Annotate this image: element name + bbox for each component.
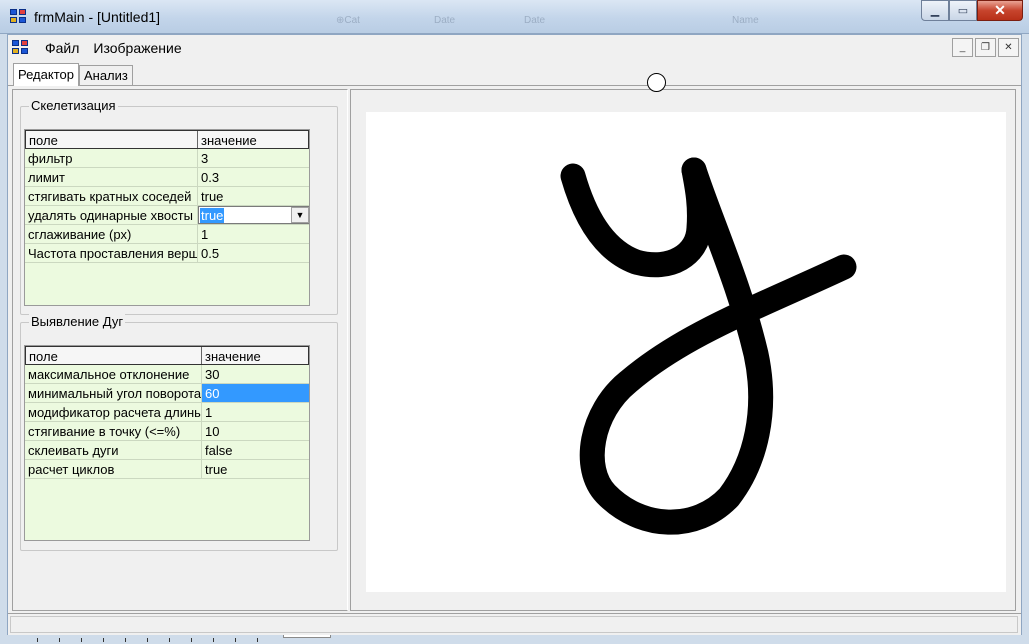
table-row[interactable]: фильтр 3	[25, 149, 309, 168]
column-header-value[interactable]: значение	[202, 347, 308, 364]
row-value[interactable]: 0.5	[198, 244, 309, 262]
row-field: минимальный угол поворота	[25, 384, 202, 402]
tab-editor[interactable]: Редактор	[13, 63, 79, 86]
table-row[interactable]: стягивание в точку (<=%) 10	[25, 422, 309, 441]
row-value[interactable]: 1	[198, 225, 309, 243]
arcs-group: Выявление Дуг поле значение максимальное…	[20, 314, 338, 551]
table-row[interactable]: сглаживание (px) 1	[25, 225, 309, 244]
row-value[interactable]: 0.3	[198, 168, 309, 186]
skeleton-group-title: Скелетизация	[29, 98, 118, 113]
value-dropdown-editor[interactable]: true ▼	[198, 206, 309, 224]
column-header-field[interactable]: поле	[26, 347, 202, 364]
row-field: удалять одинарные хвосты	[25, 206, 198, 224]
drawing-area	[350, 89, 1016, 611]
background-ghost-text: Name	[732, 15, 759, 26]
row-field: лимит	[25, 168, 198, 186]
column-header-field[interactable]: поле	[26, 131, 198, 148]
arcs-group-title: Выявление Дуг	[29, 314, 126, 329]
dropdown-button[interactable]: ▼	[291, 207, 309, 223]
close-icon: ✕	[994, 2, 1006, 18]
row-value[interactable]: true	[202, 460, 309, 478]
background-ghost-text: ⊕Cat	[336, 15, 360, 26]
table-row[interactable]: расчет циклов true	[25, 460, 309, 479]
background-ghost-text: Date	[524, 15, 546, 26]
grid-header: поле значение	[25, 346, 309, 365]
tab-strip: Редактор Анализ	[13, 63, 133, 86]
row-value[interactable]: 10	[202, 422, 309, 440]
stroke-hook	[560, 157, 712, 278]
app-icon[interactable]	[10, 9, 28, 25]
table-row[interactable]: склеивать дуги false	[25, 441, 309, 460]
tab-analysis[interactable]: Анализ	[78, 65, 133, 86]
row-field: расчет циклов	[25, 460, 202, 478]
row-value[interactable]: 3	[198, 149, 309, 167]
row-field: стягивать кратных соседей	[25, 187, 198, 205]
mdi-app-icon[interactable]	[12, 40, 30, 56]
table-row[interactable]: модификатор расчета длины 1	[25, 403, 309, 422]
table-row[interactable]: стягивать кратных соседей true	[25, 187, 309, 206]
background-ghost-text: Date	[434, 15, 456, 26]
status-bar	[8, 613, 1021, 635]
minimize-icon: ▁	[930, 5, 940, 17]
tab-divider	[8, 85, 1021, 86]
skeleton-group: Скелетизация поле значение фильтр 3 лими…	[20, 98, 338, 315]
mdi-close-button[interactable]: ✕	[998, 38, 1019, 57]
arcs-property-grid[interactable]: поле значение максимальное отклонение 30…	[24, 345, 310, 541]
stroke-loop	[579, 157, 857, 535]
mdi-minimize-button[interactable]: _	[952, 38, 973, 57]
mdi-caption-buttons: _ ❐ ✕	[952, 38, 1019, 57]
menu-image[interactable]: Изображение	[86, 40, 188, 56]
minimize-button[interactable]: ▁	[921, 0, 949, 21]
row-field: модификатор расчета длины	[25, 403, 202, 421]
row-field: сглаживание (px)	[25, 225, 198, 243]
skeleton-property-grid[interactable]: поле значение фильтр 3 лимит 0.3 стягива…	[24, 129, 310, 306]
close-icon: ✕	[1004, 42, 1013, 53]
grid-header: поле значение	[25, 130, 309, 149]
restore-icon: ❐	[981, 42, 990, 53]
caption-buttons: ▁ ▭ ✕	[921, 0, 1023, 22]
row-field: фильтр	[25, 149, 198, 167]
menu-bar: Файл Изображение _ ❐ ✕	[8, 35, 1021, 61]
table-row[interactable]: удалять одинарные хвосты true ▼	[25, 206, 309, 225]
row-value[interactable]: 30	[202, 365, 309, 383]
window-title: frmMain - [Untitled1]	[34, 9, 161, 25]
client-area: Файл Изображение _ ❐ ✕ Редактор Анализ С…	[7, 34, 1022, 642]
row-field: максимальное отклонение	[25, 365, 202, 383]
title-bar[interactable]: ⊕Cat Date Date Name frmMain - [Untitled1…	[0, 0, 1029, 34]
mdi-restore-button[interactable]: ❐	[975, 38, 996, 57]
brush-cursor-icon	[647, 73, 666, 92]
row-value-selected[interactable]: 60	[202, 384, 309, 402]
drawing-canvas[interactable]	[366, 112, 1006, 592]
table-row-selected[interactable]: минимальный угол поворота 60	[25, 384, 309, 403]
column-header-value[interactable]: значение	[198, 131, 308, 148]
dropdown-selected-value[interactable]: true	[200, 207, 225, 223]
row-field: Частота проставления вершин	[25, 244, 198, 262]
menu-file[interactable]: Файл	[38, 40, 86, 56]
row-value[interactable]: 1	[202, 403, 309, 421]
row-value[interactable]: true	[198, 187, 309, 205]
close-button[interactable]: ✕	[977, 0, 1023, 21]
row-field: склеивать дуги	[25, 441, 202, 459]
handwritten-stroke-drawing	[560, 157, 857, 535]
row-field: стягивание в точку (<=%)	[25, 422, 202, 440]
table-row[interactable]: лимит 0.3	[25, 168, 309, 187]
maximize-button[interactable]: ▭	[949, 0, 977, 21]
status-panel	[10, 616, 1018, 633]
settings-panel: Скелетизация поле значение фильтр 3 лими…	[12, 89, 348, 642]
minimize-icon: _	[959, 42, 966, 53]
maximize-icon: ▭	[957, 5, 969, 17]
row-value[interactable]: false	[202, 441, 309, 459]
chevron-down-icon: ▼	[295, 210, 305, 220]
table-row[interactable]: Частота проставления вершин 0.5	[25, 244, 309, 263]
table-row[interactable]: максимальное отклонение 30	[25, 365, 309, 384]
slider-ticks	[37, 638, 269, 644]
